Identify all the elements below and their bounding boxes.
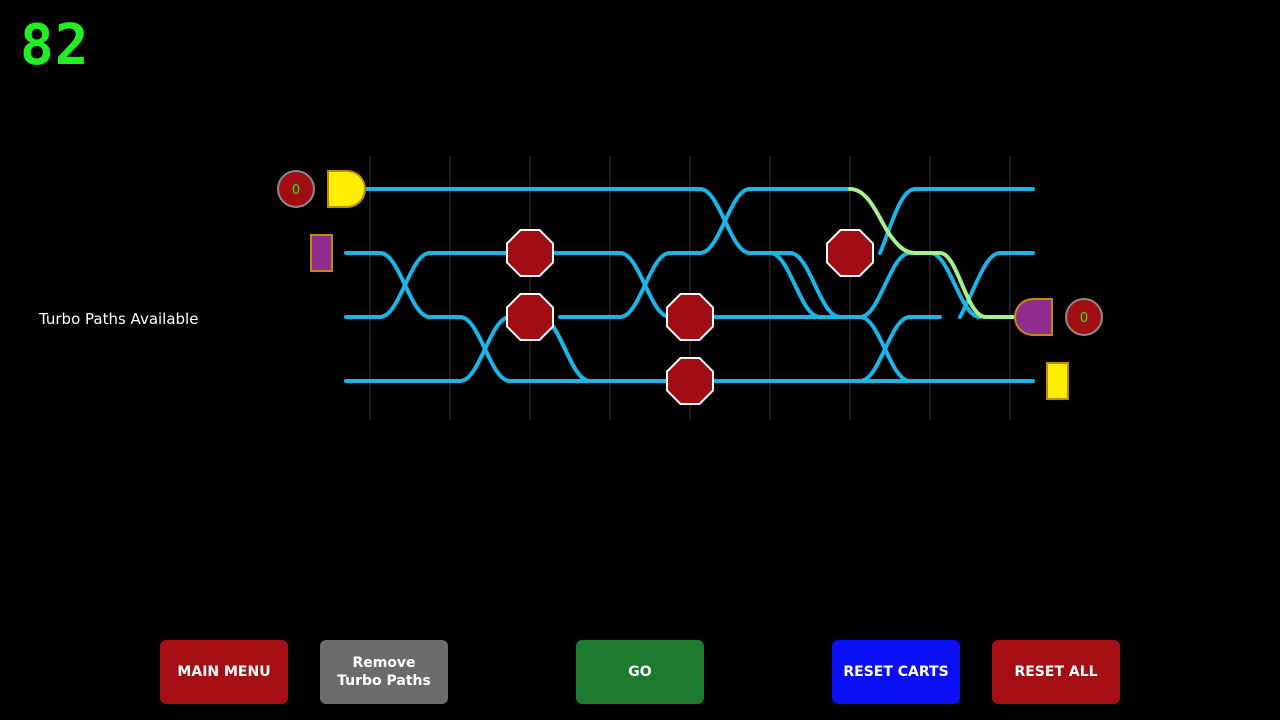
- right-station: 0: [1013, 298, 1103, 400]
- reset-all-button[interactable]: RESET ALL: [992, 640, 1120, 704]
- remove-turbo-paths-label: Remove Turbo Paths: [337, 654, 431, 690]
- main-menu-button[interactable]: MAIN MENU: [160, 640, 288, 704]
- left-gate[interactable]: [327, 170, 367, 208]
- right-gate[interactable]: [1013, 298, 1053, 336]
- remove-turbo-line2: Turbo Paths: [337, 673, 431, 689]
- remove-turbo-paths-button[interactable]: Remove Turbo Paths: [320, 640, 448, 704]
- left-cart[interactable]: [310, 234, 333, 272]
- reset-carts-button[interactable]: RESET CARTS: [832, 640, 960, 704]
- left-station: 0: [277, 170, 367, 272]
- track-board: 0 0: [277, 156, 1103, 420]
- stop-sign[interactable]: [506, 293, 554, 341]
- stop-sign[interactable]: [506, 229, 554, 277]
- turbo-path: [848, 187, 1016, 319]
- track-segment: [364, 187, 1035, 383]
- stop-sign[interactable]: [666, 357, 714, 405]
- track-segment: [344, 251, 982, 319]
- stop-sign[interactable]: [666, 293, 714, 341]
- left-score-text: 0: [292, 183, 300, 198]
- stop-sign[interactable]: [826, 229, 874, 277]
- right-score-text: 0: [1080, 311, 1088, 326]
- game-stage: 82 Turbo Paths Available 0 0 MAIN MENU R…: [0, 0, 1280, 720]
- right-cart[interactable]: [1046, 362, 1069, 400]
- remove-turbo-line1: Remove: [352, 654, 416, 671]
- go-button[interactable]: GO: [576, 640, 704, 704]
